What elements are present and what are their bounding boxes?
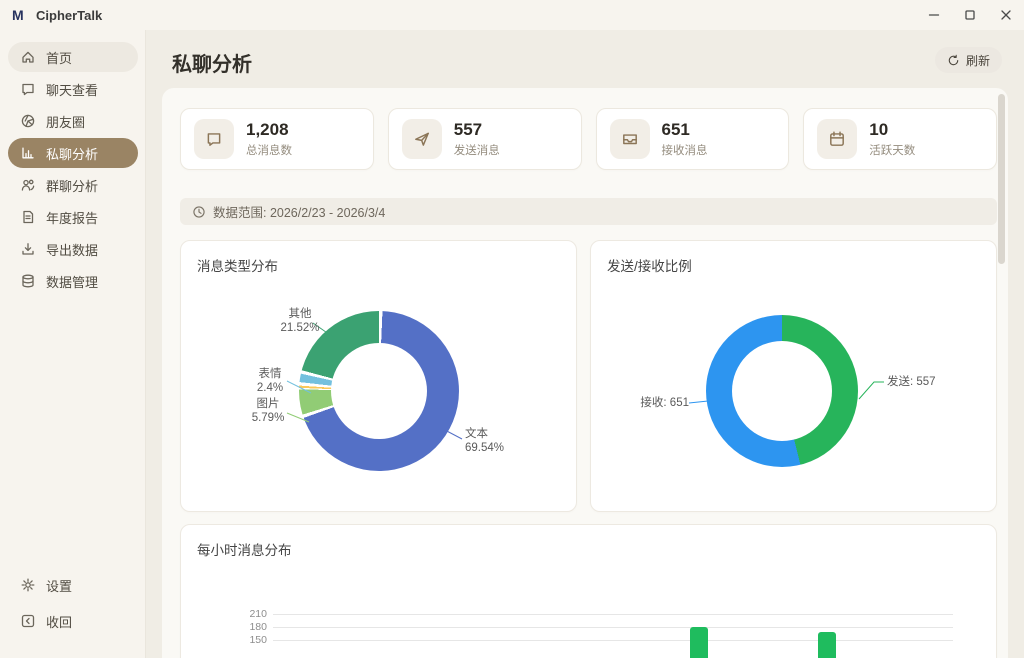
stat-label: 发送消息 (454, 142, 500, 158)
gridline-210 (273, 614, 953, 615)
main-panel: 1,208 总消息数 557 发送消息 651 接收消息 10 活跃天数 (162, 88, 1008, 658)
stat-card-received-messages: 651 接收消息 (596, 108, 790, 170)
window-controls (916, 0, 1024, 30)
pie-label-name: 文本 (465, 427, 525, 441)
close-button[interactable] (988, 0, 1024, 30)
maximize-button[interactable] (952, 0, 988, 30)
date-range-text: 数据范围: 2026/2/23 - 2026/3/4 (213, 202, 385, 221)
message-bubble-icon (194, 119, 234, 159)
report-icon (20, 209, 36, 225)
sidebar-item-settings[interactable]: 设置 (8, 570, 138, 600)
pie-label-image: 图片 5.79% (243, 397, 293, 426)
collapse-icon (20, 613, 36, 629)
sidebar-item-label: 年度报告 (46, 208, 98, 227)
stat-value: 10 (869, 120, 915, 140)
sidebar-item-moments[interactable]: 朋友圈 (8, 106, 138, 136)
hour-bar[interactable] (818, 632, 836, 658)
pie-label-pct: 69.54% (465, 441, 525, 455)
y-axis-tick: 150 (231, 634, 267, 646)
pie-label-name: 表情 (245, 367, 295, 381)
scrollbar-thumb[interactable] (998, 94, 1005, 264)
refresh-button[interactable]: 刷新 (935, 47, 1002, 73)
stat-card-total-messages: 1,208 总消息数 (180, 108, 374, 170)
sidebar-item-collapse[interactable]: 收回 (8, 606, 138, 636)
hour-bar[interactable] (690, 627, 708, 658)
chart-card-send-receive: 发送/接收比例 接收: 651 发送: 557 (590, 240, 997, 512)
sidebar-item-group-analysis[interactable]: 群聊分析 (8, 170, 138, 200)
export-icon (20, 241, 36, 257)
y-axis-tick: 210 (231, 608, 267, 620)
chart-card-message-types: 消息类型分布 其他 21.52% 表情 2.4% 图片 5.79% 文本 69.… (180, 240, 577, 512)
app-title: CipherTalk (36, 8, 102, 23)
moments-icon (20, 113, 36, 129)
clock-icon (192, 205, 206, 219)
hourly-bars-area[interactable]: 210 180 150 (181, 525, 996, 658)
sidebar-item-label: 导出数据 (46, 240, 98, 259)
sidebar-item-label: 聊天查看 (46, 80, 98, 99)
sidebar-item-data-management[interactable]: 数据管理 (8, 266, 138, 296)
send-icon (402, 119, 442, 159)
sidebar-item-private-analysis[interactable]: 私聊分析 (8, 138, 138, 168)
sidebar-item-label: 群聊分析 (46, 176, 98, 195)
gridline-180 (273, 627, 953, 628)
bar-chart-icon (20, 145, 36, 161)
pie-label-pct: 21.52% (269, 321, 331, 335)
stat-label: 总消息数 (246, 142, 292, 158)
sidebar-item-home[interactable]: 首页 (8, 42, 138, 72)
send-receive-donut-chart[interactable] (706, 315, 858, 467)
page-title: 私聊分析 (172, 48, 252, 77)
home-icon (20, 49, 36, 65)
minimize-button[interactable] (916, 0, 952, 30)
stat-value: 651 (662, 120, 708, 140)
pie-label-emoji: 表情 2.4% (245, 367, 295, 396)
titlebar: M CipherTalk (0, 0, 1024, 30)
pie-label-received: 接收: 651 (629, 396, 689, 410)
sidebar-item-label: 朋友圈 (46, 112, 85, 131)
app-logo-icon: M (12, 7, 30, 23)
stat-value: 1,208 (246, 120, 292, 140)
sidebar: 首页 聊天查看 朋友圈 私聊分析 群聊分析 年度报告 导出数据 数据管理 设置 … (0, 30, 146, 658)
sidebar-item-label: 收回 (46, 612, 72, 631)
stat-label: 接收消息 (662, 142, 708, 158)
database-icon (20, 273, 36, 289)
y-axis-tick: 180 (231, 621, 267, 633)
pie-label-pct: 2.4% (245, 381, 295, 395)
sidebar-item-label: 设置 (46, 576, 72, 595)
sidebar-item-export-data[interactable]: 导出数据 (8, 234, 138, 264)
stat-value: 557 (454, 120, 500, 140)
chart-title: 发送/接收比例 (607, 255, 692, 275)
gear-icon (20, 577, 36, 593)
stat-card-active-days: 10 活跃天数 (803, 108, 997, 170)
sidebar-item-chat-view[interactable]: 聊天查看 (8, 74, 138, 104)
chart-title: 消息类型分布 (197, 255, 278, 275)
gridline-150 (273, 640, 953, 641)
group-icon (20, 177, 36, 193)
stat-card-sent-messages: 557 发送消息 (388, 108, 582, 170)
pie-label-text: 文本 69.54% (465, 427, 525, 456)
pie-label-sent: 发送: 557 (887, 375, 957, 389)
calendar-icon (817, 119, 857, 159)
stats-row: 1,208 总消息数 557 发送消息 651 接收消息 10 活跃天数 (180, 108, 997, 170)
sidebar-item-label: 首页 (46, 48, 72, 67)
sidebar-item-label: 数据管理 (46, 272, 98, 291)
pie-label-name: 图片 (243, 397, 293, 411)
stat-label: 活跃天数 (869, 142, 915, 158)
pie-label-other: 其他 21.52% (269, 307, 331, 336)
chat-icon (20, 81, 36, 97)
date-range-bar: 数据范围: 2026/2/23 - 2026/3/4 (180, 198, 997, 225)
pie-label-name: 其他 (269, 307, 331, 321)
pie-label-pct: 5.79% (243, 411, 293, 425)
refresh-label: 刷新 (966, 52, 990, 69)
sidebar-item-label: 私聊分析 (46, 144, 98, 163)
chart-card-hourly-distribution: 每小时消息分布 210 180 150 (180, 524, 997, 658)
inbox-icon (610, 119, 650, 159)
refresh-icon (947, 54, 960, 67)
sidebar-item-annual-report[interactable]: 年度报告 (8, 202, 138, 232)
